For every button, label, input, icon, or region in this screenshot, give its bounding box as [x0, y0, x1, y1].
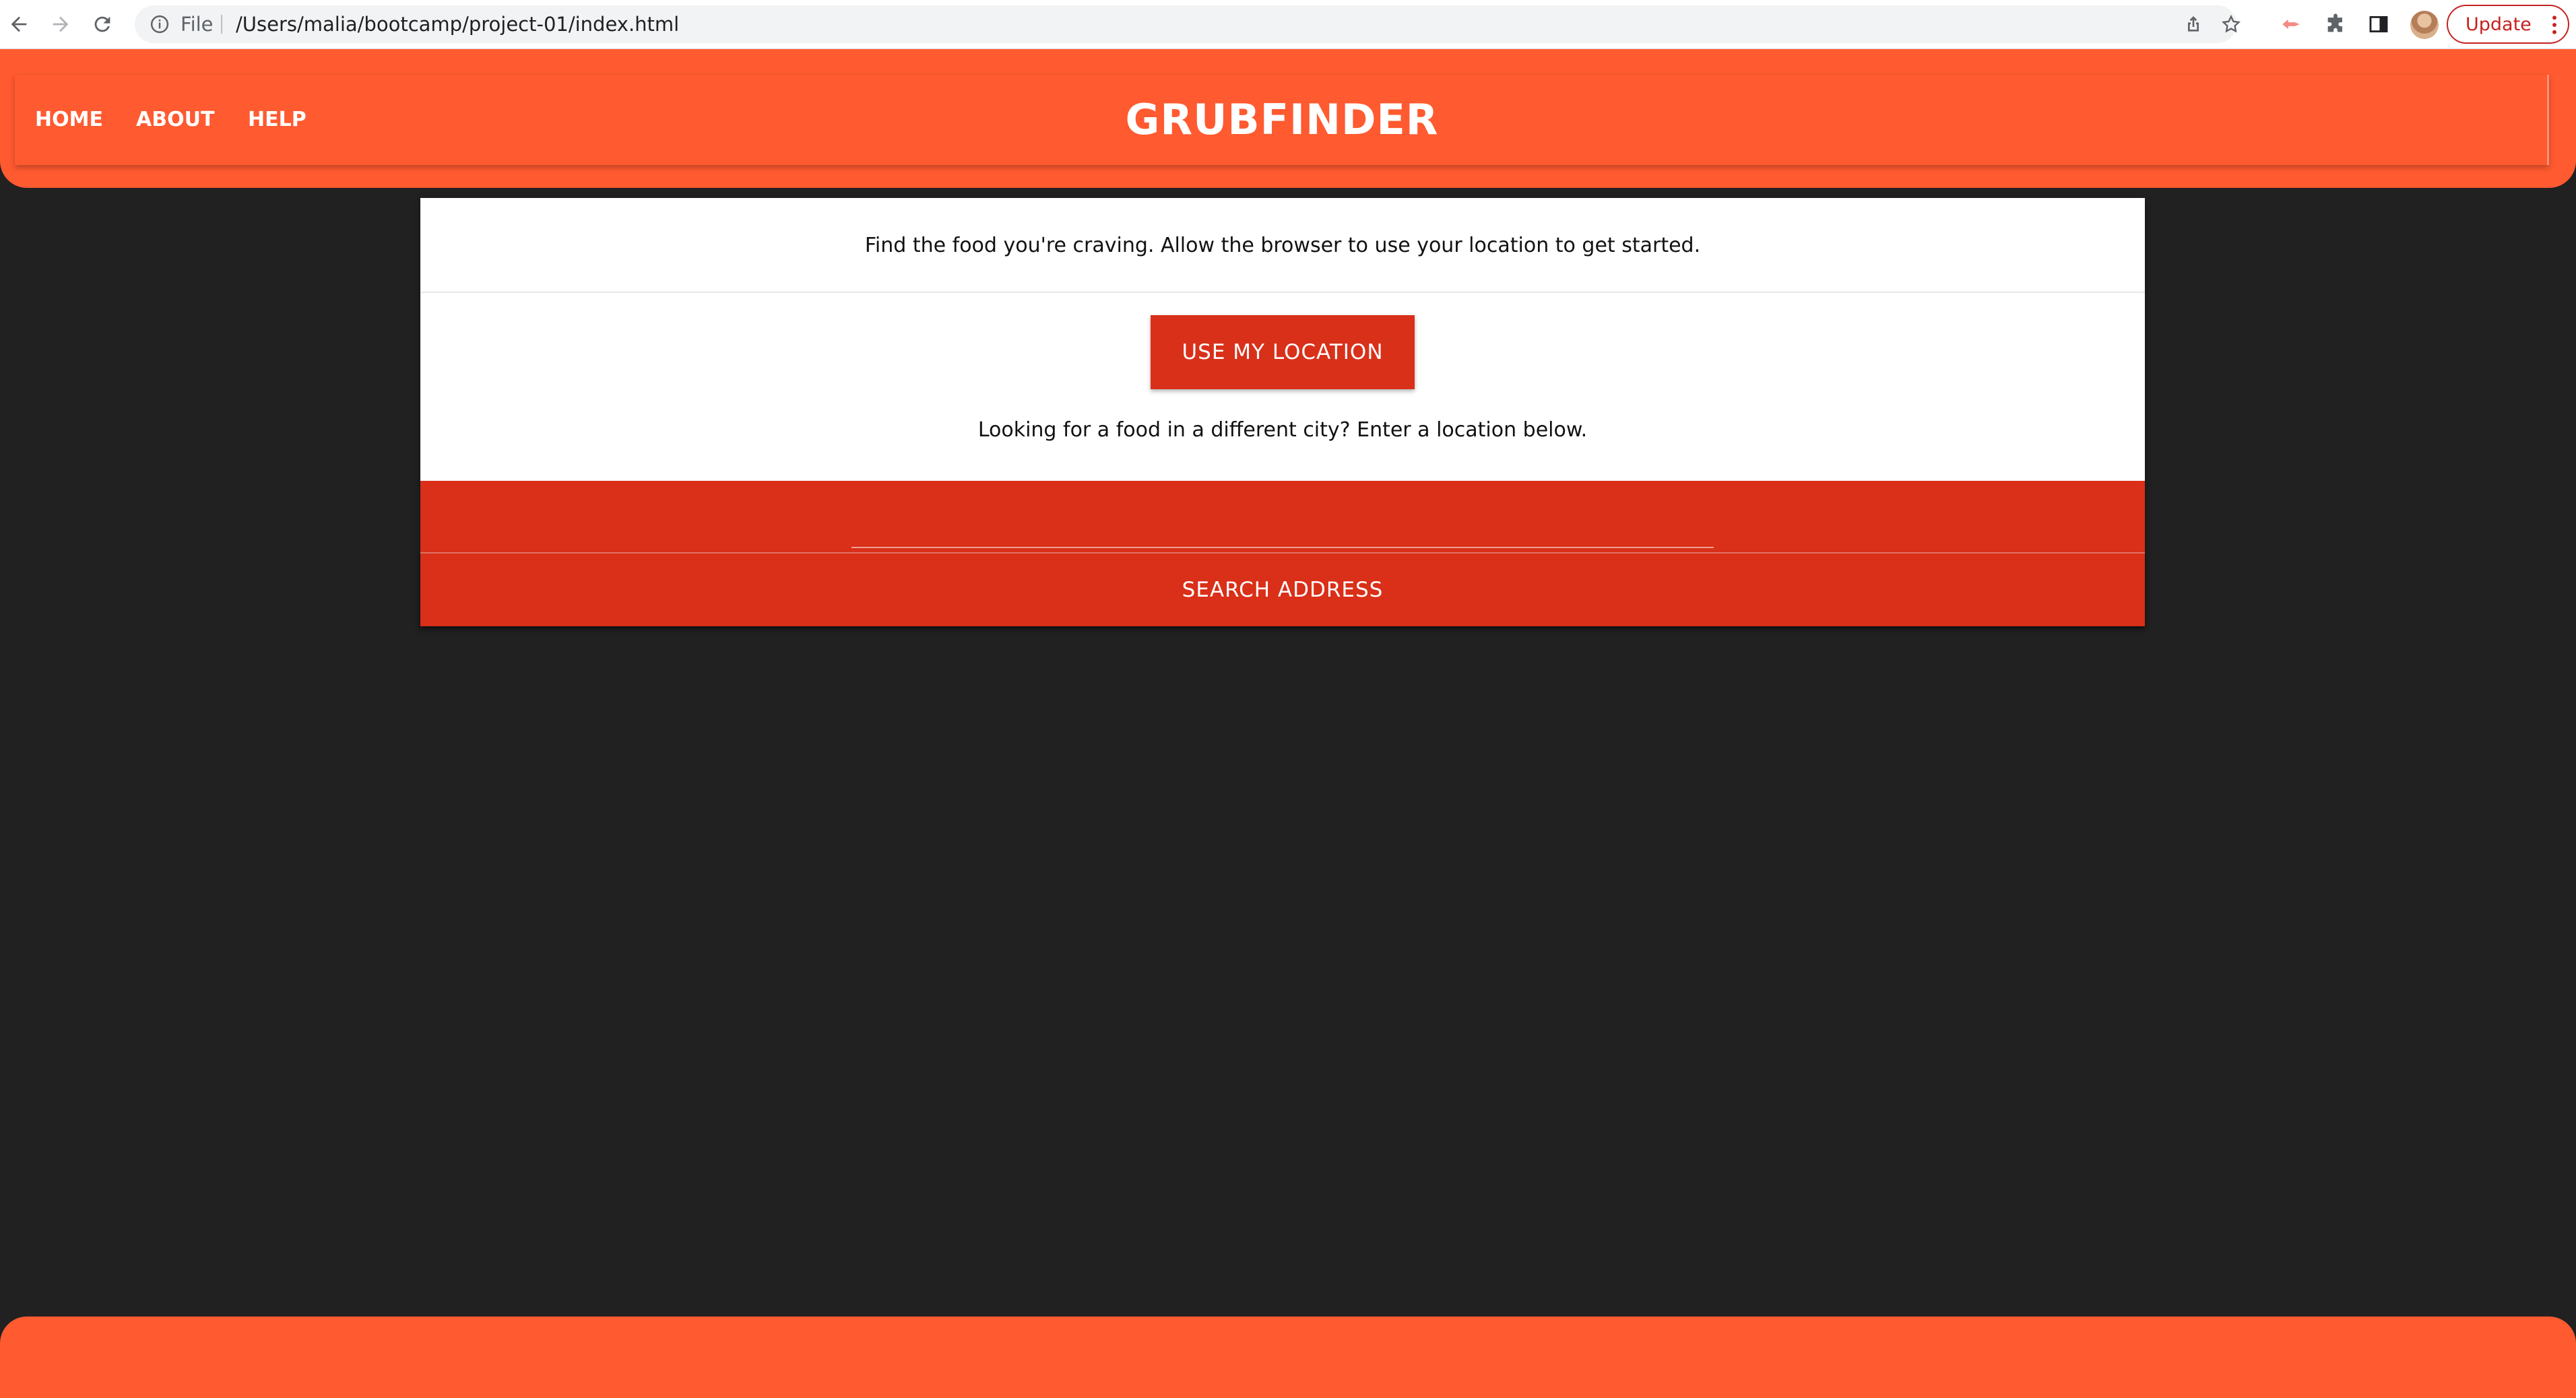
address-bar[interactable]: File /Users/malia/bootcamp/project-01/in…	[135, 5, 2241, 43]
more-icon[interactable]	[2550, 14, 2558, 36]
share-icon[interactable]	[2183, 13, 2204, 35]
address-input[interactable]	[851, 508, 1714, 548]
sidepanel-icon[interactable]	[2367, 13, 2390, 36]
update-button[interactable]: Update	[2447, 5, 2569, 44]
update-label: Update	[2466, 13, 2532, 35]
address-search-panel: SEARCH ADDRESS	[420, 481, 2145, 626]
search-card: Find the food you're craving. Allow the …	[420, 198, 2145, 626]
back-icon[interactable]	[4, 9, 34, 39]
brand-logo[interactable]: GRUBFINDER	[1125, 75, 1438, 165]
page-header: HOME ABOUT HELP GRUBFINDER	[0, 49, 2576, 188]
url-text[interactable]: /Users/malia/bootcamp/project-01/index.h…	[236, 5, 679, 43]
navbar-edge	[2540, 75, 2549, 165]
extension-icon[interactable]	[2280, 13, 2303, 36]
avatar[interactable]	[2410, 11, 2439, 39]
url-scheme-label: File	[181, 13, 214, 36]
url-separator	[221, 15, 222, 34]
puzzle-icon[interactable]	[2324, 13, 2347, 36]
reload-icon[interactable]	[88, 9, 117, 39]
star-icon[interactable]	[2220, 13, 2242, 35]
nav-about-link[interactable]: ABOUT	[136, 75, 214, 165]
info-icon[interactable]	[150, 14, 170, 34]
browser-toolbar: File /Users/malia/bootcamp/project-01/in…	[0, 0, 2576, 49]
alt-location-prompt: Looking for a food in a different city? …	[977, 418, 1588, 442]
forward-icon[interactable]	[46, 9, 75, 39]
navbar: HOME ABOUT HELP GRUBFINDER	[15, 75, 2549, 165]
page-footer	[0, 1317, 2576, 1398]
use-my-location-button[interactable]: USE MY LOCATION	[1151, 315, 1415, 389]
nav-help-link[interactable]: HELP	[248, 75, 307, 165]
search-address-button[interactable]: SEARCH ADDRESS	[420, 554, 2145, 626]
intro-text: Find the food you're craving. Allow the …	[420, 198, 2145, 293]
nav-home-link[interactable]: HOME	[35, 75, 103, 165]
